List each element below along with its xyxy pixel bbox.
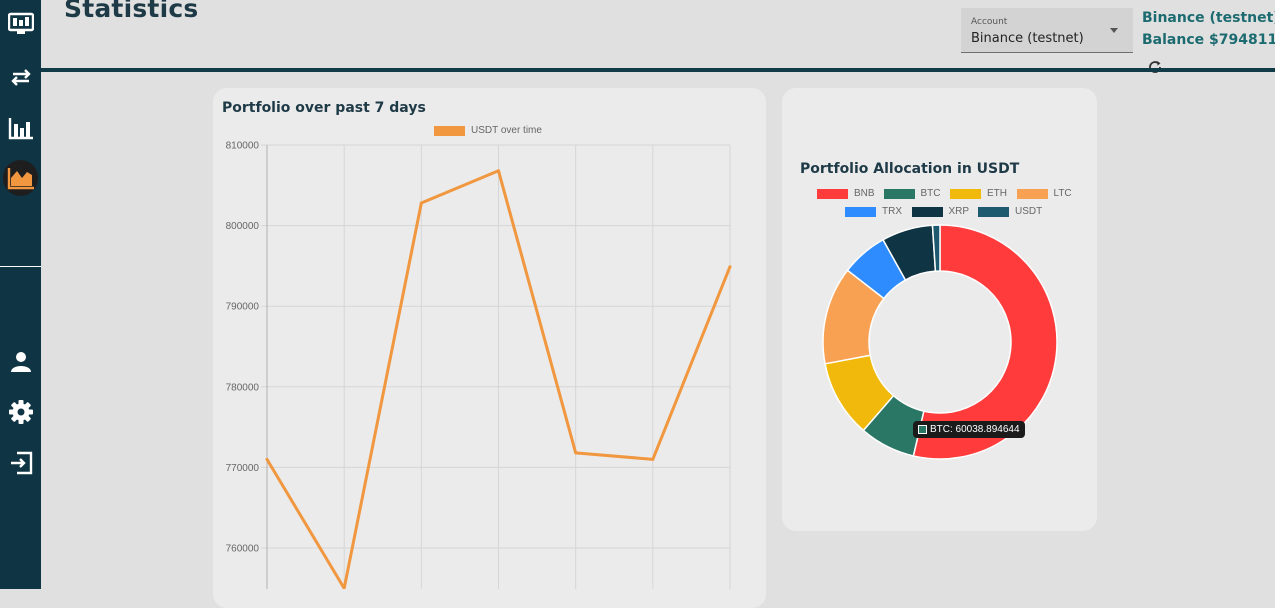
caret-down-icon — [1110, 28, 1118, 33]
stats-nav-button[interactable] — [0, 110, 41, 146]
trade-nav-button[interactable] — [0, 59, 41, 95]
settings-nav-button[interactable] — [0, 394, 41, 430]
header-divider — [41, 68, 1275, 72]
account-select-label: Account — [971, 17, 1008, 27]
y-tick-label: 810000 — [226, 141, 260, 152]
monitor-icon — [7, 12, 34, 34]
bar-chart-icon — [8, 118, 33, 140]
swap-arrows-icon — [10, 69, 31, 86]
data-point[interactable] — [265, 457, 269, 461]
exchange-name: Binance (testnet) — [1142, 10, 1275, 26]
gear-icon — [8, 400, 33, 424]
data-point[interactable] — [419, 201, 423, 205]
y-tick-label: 800000 — [226, 221, 260, 232]
account-select[interactable]: Account Binance (testnet) — [961, 8, 1133, 53]
data-point[interactable] — [497, 169, 500, 173]
page-title: Statistics — [64, 0, 199, 23]
y-tick-label: 780000 — [226, 382, 260, 393]
data-point[interactable] — [651, 457, 655, 461]
tooltip-swatch — [918, 425, 927, 434]
y-tick-label: 760000 — [226, 544, 260, 555]
donut-chart — [822, 224, 1058, 460]
area-chart-icon — [7, 168, 34, 190]
chart-tooltip: BTC: 60038.894644 — [913, 421, 1025, 438]
y-tick-label: 770000 — [226, 463, 260, 474]
logout-nav-button[interactable] — [0, 445, 41, 481]
sidebar-divider — [0, 266, 41, 267]
logout-icon — [10, 451, 32, 475]
user-icon — [10, 352, 31, 372]
sidebar — [0, 0, 41, 589]
tooltip-text: BTC: 60038.894644 — [930, 424, 1020, 435]
data-point[interactable] — [728, 265, 732, 269]
line-chart: 810000 800000 790000 780000 770000 760000 — [226, 141, 732, 589]
profile-nav-button[interactable] — [0, 344, 41, 380]
y-tick-label: 790000 — [226, 302, 260, 313]
statistics-nav-button[interactable] — [0, 160, 41, 196]
account-select-value: Binance (testnet) — [971, 31, 1084, 46]
data-point[interactable] — [574, 451, 578, 455]
dashboard-nav-button[interactable] — [0, 6, 41, 42]
balance-text: Balance $794811.05 — [1142, 32, 1275, 48]
refresh-icon[interactable] — [1147, 59, 1163, 75]
